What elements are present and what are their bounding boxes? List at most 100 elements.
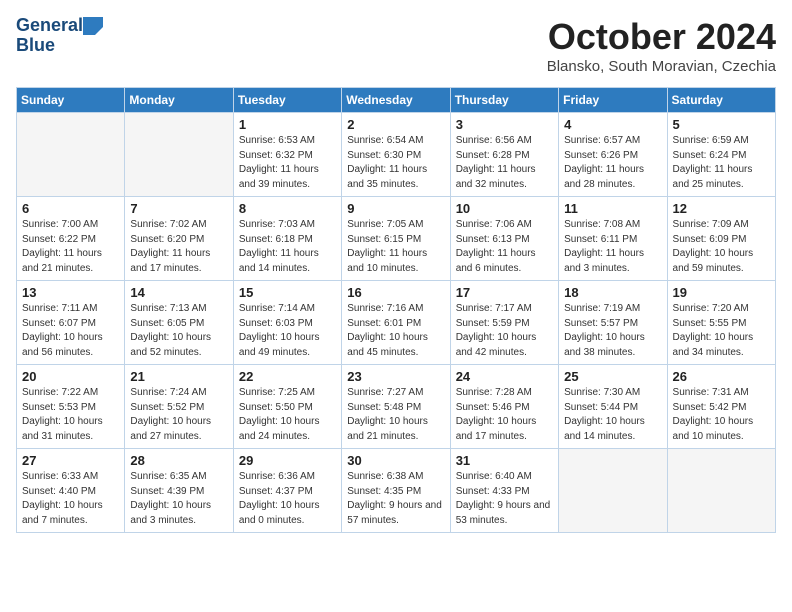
calendar-cell: 18Sunrise: 7:19 AM Sunset: 5:57 PM Dayli… xyxy=(559,281,667,365)
calendar-cell: 14 Sunrise: 7:13 AM Sunset: 6:05 PM Dayli… xyxy=(125,281,233,365)
day-number: 24 xyxy=(456,369,553,384)
calendar-cell: 27 Sunrise: 6:33 AM Sunset: 4:40 PM Dayli… xyxy=(17,449,125,533)
day-number: 16 xyxy=(347,285,444,300)
day-number: 21 xyxy=(130,369,227,384)
day-info: Sunrise: 7:02 AM Sunset: 6:20 PM Dayligh… xyxy=(130,218,227,276)
calendar-table: SundayMondayTuesdayWednesdayThursdayFrid… xyxy=(16,87,776,533)
title-area: October 2024 Blansko, South Moravian, Cz… xyxy=(547,16,776,75)
day-info: Sunrise: 7:14 AM Sunset: 6:03 PM Dayligh… xyxy=(239,302,336,360)
day-number: 11 xyxy=(564,201,661,216)
calendar-cell: 11 Sunrise: 7:08 AM Sunset: 6:11 PM Dayli… xyxy=(559,197,667,281)
day-number: 6 xyxy=(22,201,119,216)
day-info: Sunrise: 7:22 AM Sunset: 5:53 PM Dayligh… xyxy=(22,386,119,444)
day-info: Sunrise: 7:20 AM Sunset: 5:55 PM Dayligh… xyxy=(673,302,770,360)
day-info: Sunrise: 6:40 AM Sunset: 4:33 PM Dayligh… xyxy=(456,470,553,528)
calendar-cell: 15 Sunrise: 7:14 AM Sunset: 6:03 PM Dayli… xyxy=(233,281,341,365)
day-number: 9 xyxy=(347,201,444,216)
logo-general: General xyxy=(16,16,83,36)
day-info: Sunrise: 7:00 AM Sunset: 6:22 PM Dayligh… xyxy=(22,218,119,276)
calendar-cell: 1Sunrise: 6:53 AM Sunset: 6:32 PM Daylig… xyxy=(233,113,341,197)
month-title: October 2024 xyxy=(547,16,776,58)
day-info: Sunrise: 7:08 AM Sunset: 6:11 PM Dayligh… xyxy=(564,218,661,276)
day-info: Sunrise: 7:06 AM Sunset: 6:13 PM Dayligh… xyxy=(456,218,553,276)
logo-blue: Blue xyxy=(16,36,55,56)
day-info: Sunrise: 7:05 AM Sunset: 6:15 PM Dayligh… xyxy=(347,218,444,276)
day-number: 13 xyxy=(22,285,119,300)
day-number: 27 xyxy=(22,453,119,468)
calendar-cell: 8 Sunrise: 7:03 AM Sunset: 6:18 PM Daylig… xyxy=(233,197,341,281)
day-info: Sunrise: 6:56 AM Sunset: 6:28 PM Dayligh… xyxy=(456,134,553,192)
week-row-1: 1Sunrise: 6:53 AM Sunset: 6:32 PM Daylig… xyxy=(17,113,776,197)
day-number: 3 xyxy=(456,117,553,132)
week-row-4: 20 Sunrise: 7:22 AM Sunset: 5:53 PM Dayli… xyxy=(17,365,776,449)
day-info: Sunrise: 7:09 AM Sunset: 6:09 PM Dayligh… xyxy=(673,218,770,276)
week-row-5: 27 Sunrise: 6:33 AM Sunset: 4:40 PM Dayli… xyxy=(17,449,776,533)
day-number: 30 xyxy=(347,453,444,468)
header-row: SundayMondayTuesdayWednesdayThursdayFrid… xyxy=(17,88,776,113)
col-header-thursday: Thursday xyxy=(450,88,558,113)
calendar-cell: 30Sunrise: 6:38 AM Sunset: 4:35 PM Dayli… xyxy=(342,449,450,533)
day-number: 4 xyxy=(564,117,661,132)
day-info: Sunrise: 7:03 AM Sunset: 6:18 PM Dayligh… xyxy=(239,218,336,276)
day-number: 17 xyxy=(456,285,553,300)
day-number: 8 xyxy=(239,201,336,216)
calendar-cell: 29Sunrise: 6:36 AM Sunset: 4:37 PM Dayli… xyxy=(233,449,341,533)
col-header-wednesday: Wednesday xyxy=(342,88,450,113)
day-info: Sunrise: 7:11 AM Sunset: 6:07 PM Dayligh… xyxy=(22,302,119,360)
header: General Blue October 2024 Blansko, South… xyxy=(16,16,776,75)
day-number: 10 xyxy=(456,201,553,216)
day-info: Sunrise: 6:59 AM Sunset: 6:24 PM Dayligh… xyxy=(673,134,770,192)
calendar-cell: 25Sunrise: 7:30 AM Sunset: 5:44 PM Dayli… xyxy=(559,365,667,449)
day-number: 15 xyxy=(239,285,336,300)
col-header-sunday: Sunday xyxy=(17,88,125,113)
day-info: Sunrise: 7:27 AM Sunset: 5:48 PM Dayligh… xyxy=(347,386,444,444)
calendar-cell: 23Sunrise: 7:27 AM Sunset: 5:48 PM Dayli… xyxy=(342,365,450,449)
calendar-cell: 12Sunrise: 7:09 AM Sunset: 6:09 PM Dayli… xyxy=(667,197,775,281)
day-info: Sunrise: 7:30 AM Sunset: 5:44 PM Dayligh… xyxy=(564,386,661,444)
day-info: Sunrise: 6:57 AM Sunset: 6:26 PM Dayligh… xyxy=(564,134,661,192)
day-info: Sunrise: 6:53 AM Sunset: 6:32 PM Dayligh… xyxy=(239,134,336,192)
day-number: 2 xyxy=(347,117,444,132)
calendar-cell: 24 Sunrise: 7:28 AM Sunset: 5:46 PM Dayli… xyxy=(450,365,558,449)
calendar-cell: 16 Sunrise: 7:16 AM Sunset: 6:01 PM Dayli… xyxy=(342,281,450,365)
day-number: 14 xyxy=(130,285,227,300)
calendar-cell: 5 Sunrise: 6:59 AM Sunset: 6:24 PM Daylig… xyxy=(667,113,775,197)
calendar-cell: 4 Sunrise: 6:57 AM Sunset: 6:26 PM Daylig… xyxy=(559,113,667,197)
col-header-monday: Monday xyxy=(125,88,233,113)
day-info: Sunrise: 6:54 AM Sunset: 6:30 PM Dayligh… xyxy=(347,134,444,192)
calendar-cell xyxy=(125,113,233,197)
day-number: 18 xyxy=(564,285,661,300)
calendar-cell: 28Sunrise: 6:35 AM Sunset: 4:39 PM Dayli… xyxy=(125,449,233,533)
calendar-cell: 6 Sunrise: 7:00 AM Sunset: 6:22 PM Daylig… xyxy=(17,197,125,281)
day-info: Sunrise: 6:36 AM Sunset: 4:37 PM Dayligh… xyxy=(239,470,336,528)
calendar-cell: 13 Sunrise: 7:11 AM Sunset: 6:07 PM Dayli… xyxy=(17,281,125,365)
day-info: Sunrise: 7:13 AM Sunset: 6:05 PM Dayligh… xyxy=(130,302,227,360)
day-number: 31 xyxy=(456,453,553,468)
calendar-cell: 7 Sunrise: 7:02 AM Sunset: 6:20 PM Daylig… xyxy=(125,197,233,281)
day-info: Sunrise: 6:33 AM Sunset: 4:40 PM Dayligh… xyxy=(22,470,119,528)
col-header-saturday: Saturday xyxy=(667,88,775,113)
day-info: Sunrise: 7:28 AM Sunset: 5:46 PM Dayligh… xyxy=(456,386,553,444)
calendar-cell: 10 Sunrise: 7:06 AM Sunset: 6:13 PM Dayli… xyxy=(450,197,558,281)
calendar-cell: 9 Sunrise: 7:05 AM Sunset: 6:15 PM Daylig… xyxy=(342,197,450,281)
col-header-friday: Friday xyxy=(559,88,667,113)
day-info: Sunrise: 7:17 AM Sunset: 5:59 PM Dayligh… xyxy=(456,302,553,360)
calendar-cell xyxy=(17,113,125,197)
logo: General Blue xyxy=(16,16,103,56)
day-number: 28 xyxy=(130,453,227,468)
week-row-2: 6 Sunrise: 7:00 AM Sunset: 6:22 PM Daylig… xyxy=(17,197,776,281)
location-title: Blansko, South Moravian, Czechia xyxy=(547,58,776,75)
calendar-cell: 19 Sunrise: 7:20 AM Sunset: 5:55 PM Dayli… xyxy=(667,281,775,365)
calendar-cell: 3 Sunrise: 6:56 AM Sunset: 6:28 PM Daylig… xyxy=(450,113,558,197)
day-number: 19 xyxy=(673,285,770,300)
calendar-cell: 21Sunrise: 7:24 AM Sunset: 5:52 PM Dayli… xyxy=(125,365,233,449)
day-number: 5 xyxy=(673,117,770,132)
calendar-cell: 17 Sunrise: 7:17 AM Sunset: 5:59 PM Dayli… xyxy=(450,281,558,365)
calendar-cell: 26Sunrise: 7:31 AM Sunset: 5:42 PM Dayli… xyxy=(667,365,775,449)
day-info: Sunrise: 7:31 AM Sunset: 5:42 PM Dayligh… xyxy=(673,386,770,444)
day-number: 20 xyxy=(22,369,119,384)
day-number: 7 xyxy=(130,201,227,216)
day-info: Sunrise: 7:16 AM Sunset: 6:01 PM Dayligh… xyxy=(347,302,444,360)
logo-icon xyxy=(83,17,103,35)
week-row-3: 13 Sunrise: 7:11 AM Sunset: 6:07 PM Dayli… xyxy=(17,281,776,365)
